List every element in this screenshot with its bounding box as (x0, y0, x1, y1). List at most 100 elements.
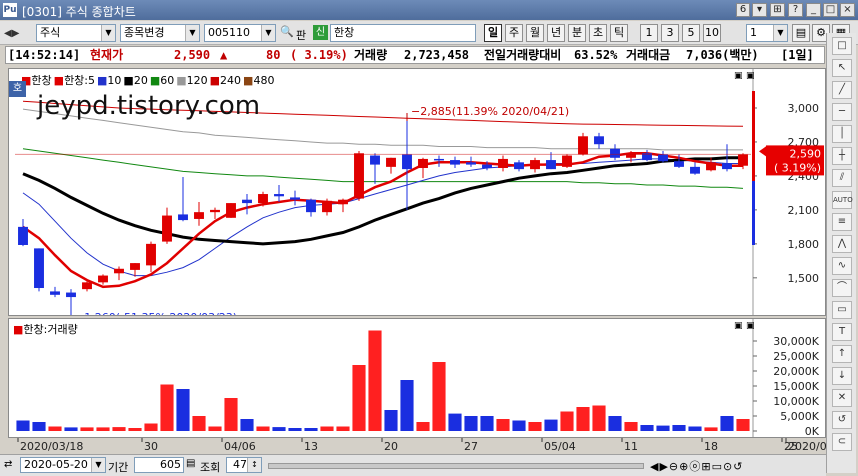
volume-chart[interactable]: 30,000K 25,000K 20,000K 15,000K 10,000K 5,000… (9, 319, 825, 437)
panel-window-icon[interactable]: ▣ (734, 321, 743, 331)
legend-swatch-icon: ■ (209, 74, 221, 87)
cursor-icon[interactable]: ↖ (832, 59, 852, 77)
interval-select[interactable]: 1 ▼ (746, 24, 788, 42)
period-tab[interactable]: 주 (505, 24, 523, 42)
interval-button[interactable]: 1 (640, 24, 658, 42)
interval-button[interactable]: 3 (661, 24, 679, 42)
arc-icon[interactable]: ⌒ (832, 279, 852, 297)
prev-volume-ratio-label: 전일거래량대비 (484, 48, 562, 62)
price-chart-panel[interactable]: 1,500 1,800 2,100 2,400 2,700 3,000 −2,885(11.… (8, 68, 826, 316)
fibonacci-icon[interactable]: ≡ (832, 213, 852, 231)
volume-value: 2,723,458 (404, 48, 470, 62)
calendar-icon: ▼ (91, 458, 105, 472)
rect-icon[interactable]: ▭ (832, 301, 852, 319)
volume-bar (512, 420, 526, 431)
cross-line-icon[interactable]: ┼ (832, 147, 852, 165)
volume-bar (288, 428, 302, 431)
period-tab[interactable]: 초 (589, 24, 607, 42)
period-count-input[interactable]: 605 (134, 457, 184, 473)
legend-item: 120 (186, 74, 208, 87)
trendline-icon[interactable]: ╱ (832, 81, 852, 99)
price-label: 현재가 (90, 48, 124, 62)
volume-bar (560, 411, 574, 431)
y-tick-label: 10,000K (773, 395, 819, 408)
volume-bar (80, 427, 94, 431)
volume-bar (240, 419, 254, 431)
horizontal-scrollbar[interactable] (268, 463, 644, 469)
candle-body (210, 209, 220, 213)
period-tab[interactable]: 틱 (610, 24, 628, 42)
price-legend: ■한창 ■한창:5 ■10 ■20 ■60 ■120 ■240 ■480 (21, 72, 276, 88)
help-icon[interactable]: ? (788, 3, 803, 17)
auto-icon[interactable]: AUTO (832, 191, 853, 209)
y-tick-label: 25,000K (773, 350, 819, 363)
refresh-icon[interactable]: ▤ (186, 458, 195, 469)
candle-body (130, 263, 140, 270)
scroll-start-icon[interactable]: ⇄ (4, 459, 12, 470)
minimize-button[interactable]: _ (806, 3, 821, 17)
maximize-button[interactable]: □ (823, 3, 838, 17)
panel-window-icon[interactable]: ▣ (734, 71, 743, 81)
volume-bar (464, 416, 478, 431)
window-number-badge[interactable]: 6 (736, 3, 750, 17)
panel-close-icon[interactable]: ▣ (746, 321, 755, 331)
arrow-down-icon[interactable]: ↓ (832, 367, 852, 385)
vertical-line-icon[interactable]: │ (832, 125, 852, 143)
volume-bar (592, 405, 606, 431)
x-tick-label: 18 (704, 440, 718, 453)
change-stock-select[interactable]: 종목변경 ▼ (120, 24, 200, 42)
candle-body (418, 158, 428, 168)
period-tab[interactable]: 월 (526, 24, 544, 42)
candle-body (466, 162, 476, 165)
volume-bar (272, 427, 286, 431)
candle-body (146, 243, 156, 266)
x-tick-label: 04/06 (224, 440, 256, 453)
period-tab[interactable]: 년 (547, 24, 565, 42)
credit-badge: 신 (313, 25, 328, 40)
horizontal-line-icon[interactable]: ─ (832, 103, 852, 121)
legend-item: 10 (107, 74, 122, 87)
interval-button[interactable]: 10 (703, 24, 721, 42)
volume-bar (48, 426, 62, 431)
legend-item: 240 (220, 74, 242, 87)
zoom-controls[interactable]: ◀▶⊖⊕ⓞ⊞▭⊙↺ (650, 458, 743, 474)
text-icon[interactable]: T (832, 323, 852, 341)
period-tab[interactable]: 일 (484, 24, 502, 42)
nav-arrows-icon[interactable]: ◀▶ (4, 28, 19, 39)
volume-chart-panel[interactable]: 30,000K 25,000K 20,000K 15,000K 10,000K 5,000… (8, 318, 826, 438)
trade-amount-label: 거래대금 (626, 48, 671, 62)
chevron-down-icon: ▼ (773, 25, 787, 41)
wave-icon[interactable]: ∿ (832, 257, 852, 275)
save-icon[interactable]: ▤ (792, 24, 810, 42)
panel-close-icon[interactable]: ▣ (746, 71, 755, 81)
pan-label[interactable]: 판 (296, 27, 306, 43)
candle-body (18, 226, 28, 245)
chart-type-icon[interactable]: □ (832, 37, 852, 55)
stock-code-input[interactable]: 005110 ▼ (204, 24, 276, 42)
close-button[interactable]: × (840, 3, 855, 17)
link-icon[interactable]: ⊞ (770, 3, 785, 17)
candle-body (610, 148, 620, 158)
up-arrow-icon: ▲ (220, 48, 228, 62)
pattern-icon[interactable]: ⋀ (832, 235, 852, 253)
undo-icon[interactable]: ↺ (832, 411, 852, 429)
date-input[interactable]: 2020-05-20 ▼ (20, 457, 106, 473)
magnet-icon[interactable]: ⊂ (832, 433, 852, 451)
volume-bar (720, 416, 734, 431)
dropdown-icon[interactable]: ▾ (752, 3, 767, 17)
period-tab[interactable]: 분 (568, 24, 586, 42)
channel-icon[interactable]: ⫽ (832, 169, 852, 187)
interval-button[interactable]: 5 (682, 24, 700, 42)
current-price: 2,590 (174, 48, 211, 62)
bid-bar (752, 181, 755, 245)
chart-window: Pu [0301] 주식 종합차트 6 ▾ ⊞ ? _ □ × ◀▶ 주식 ▼ … (0, 0, 858, 476)
arrow-up-icon[interactable]: ↑ (832, 345, 852, 363)
volume-legend-label: 한창:거래량 (23, 323, 78, 336)
period-label: 기간 (108, 461, 129, 474)
legend-swatch-icon: ■ (13, 323, 24, 336)
market-select[interactable]: 주식 ▼ (36, 24, 116, 42)
quote-side-badge[interactable]: 호 (9, 81, 26, 97)
view-count-input[interactable]: 47 ↕ (226, 457, 262, 473)
delete-icon[interactable]: ✕ (832, 389, 852, 407)
search-icon[interactable]: 🔍 (280, 24, 294, 42)
